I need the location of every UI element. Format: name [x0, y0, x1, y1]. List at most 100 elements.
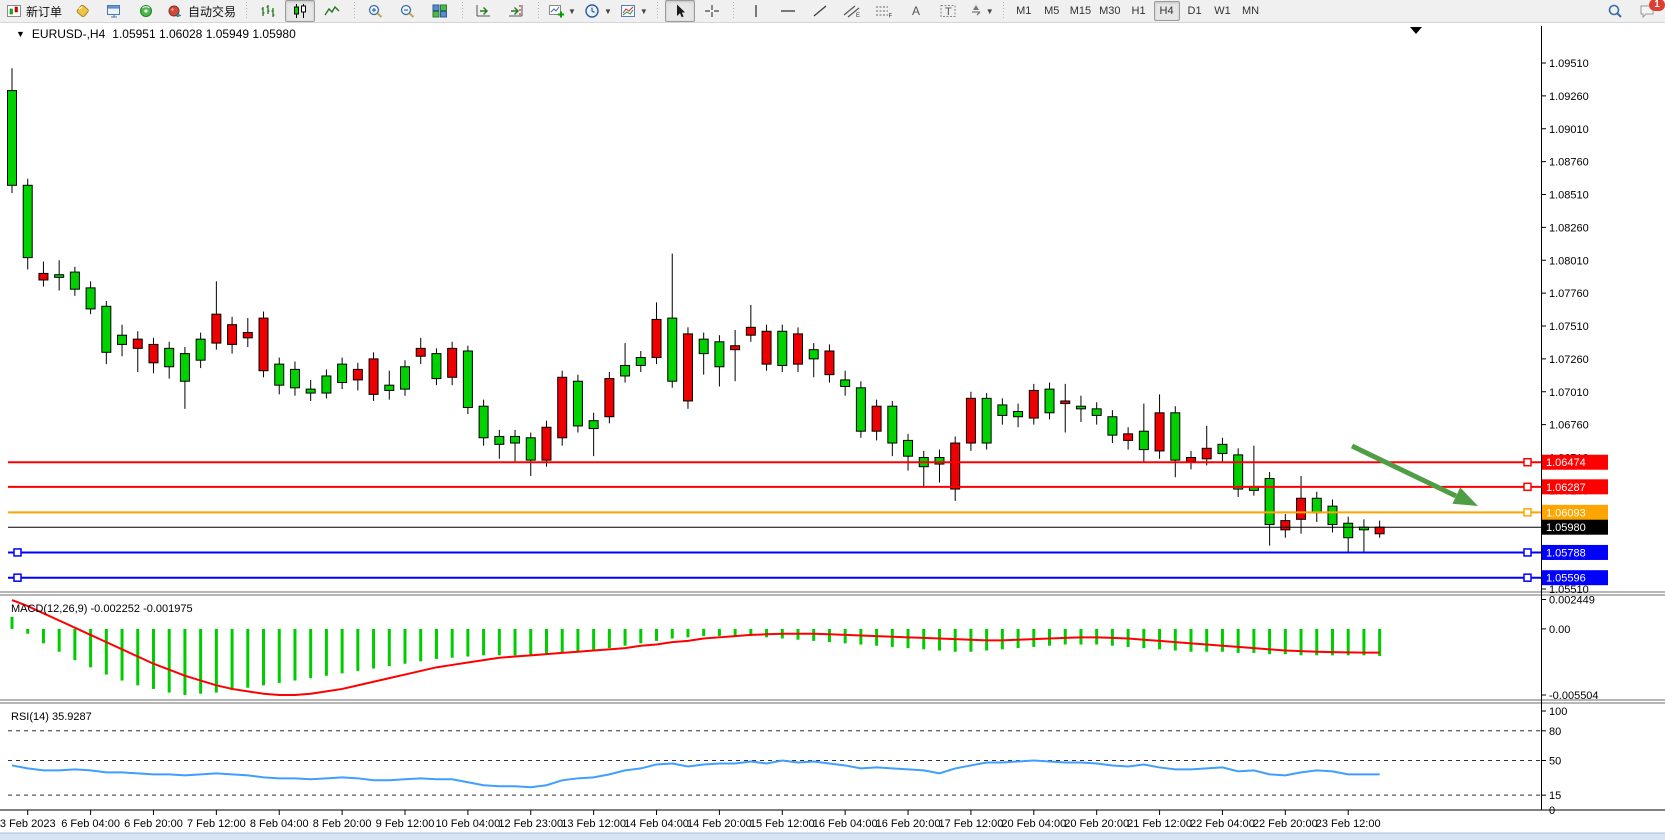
tab-timeframe-mn[interactable]: MN	[1238, 1, 1264, 21]
svg-text:1.08010: 1.08010	[1549, 255, 1589, 267]
tile-windows-button[interactable]	[425, 0, 455, 22]
notifications-button[interactable]: 1	[1632, 0, 1662, 22]
svg-text:16 Feb 04:00: 16 Feb 04:00	[813, 818, 878, 830]
toolbar-separator	[535, 2, 541, 20]
search-button[interactable]	[1600, 0, 1630, 22]
candlestick-mode-button[interactable]	[285, 0, 315, 22]
svg-text:1.06093: 1.06093	[1546, 507, 1586, 519]
svg-text:1.05596: 1.05596	[1546, 573, 1586, 585]
market-watch-button[interactable]	[99, 0, 129, 22]
autotrade-label: 自动交易	[188, 3, 236, 20]
tab-timeframe-d1[interactable]: D1	[1182, 1, 1208, 21]
tab-timeframe-m15[interactable]: M15	[1067, 1, 1094, 21]
chart-shift-button[interactable]	[501, 0, 531, 22]
svg-text:1.09260: 1.09260	[1549, 91, 1589, 103]
mt4-terminal: { "toolbar": { "new_order_label": "新订单",…	[0, 0, 1665, 840]
svg-text:6 Feb 20:00: 6 Feb 20:00	[124, 818, 183, 830]
svg-text:14 Feb 20:00: 14 Feb 20:00	[687, 818, 752, 830]
arrows-tool-button[interactable]: ▼	[965, 0, 997, 22]
cursor-tool-button[interactable]	[665, 0, 695, 22]
tab-timeframe-m5[interactable]: M5	[1039, 1, 1065, 21]
templates-button[interactable]: ▼	[617, 0, 651, 22]
svg-text:3 Feb 2023: 3 Feb 2023	[0, 818, 56, 830]
horizontal-line-icon	[779, 3, 797, 19]
svg-text:80: 80	[1549, 726, 1561, 738]
equidistant-channel-icon: E	[842, 3, 862, 19]
svg-text:1.06287: 1.06287	[1546, 482, 1586, 494]
auto-scroll-button[interactable]	[469, 0, 499, 22]
svg-text:21 Feb 12:00: 21 Feb 12:00	[1127, 818, 1192, 830]
chart-ohlc-values: 1.05951 1.06028 1.05949 1.05980	[112, 27, 296, 41]
tab-timeframe-m30[interactable]: M30	[1096, 1, 1123, 21]
gold-tool-button[interactable]	[67, 0, 97, 22]
auto-scroll-icon	[475, 3, 493, 19]
template-icon	[620, 3, 638, 19]
new-chart-button[interactable]: ▼	[545, 0, 579, 22]
signals-button[interactable]	[131, 0, 161, 22]
svg-text:15: 15	[1549, 790, 1561, 802]
svg-text:12 Feb 23:00: 12 Feb 23:00	[498, 818, 563, 830]
new-order-button[interactable]: 新订单	[3, 0, 65, 22]
svg-text:1.05788: 1.05788	[1546, 547, 1586, 559]
main-toolbar: 新订单 自动交易	[0, 0, 1665, 23]
trendline-tool-button[interactable]	[805, 0, 835, 22]
svg-text:50: 50	[1549, 756, 1561, 768]
channel-tool-button[interactable]: E	[837, 0, 867, 22]
toolbar-separator	[459, 2, 465, 20]
svg-text:22 Feb 04:00: 22 Feb 04:00	[1190, 818, 1255, 830]
svg-text:1.07510: 1.07510	[1549, 321, 1589, 333]
text-label-tool-button[interactable]: T	[933, 0, 963, 22]
text-label-icon: T	[939, 3, 957, 19]
gold-diamond-icon	[73, 3, 91, 19]
svg-text:100: 100	[1549, 706, 1567, 718]
horizontal-line-tool-button[interactable]	[773, 0, 803, 22]
svg-text:8 Feb 04:00: 8 Feb 04:00	[250, 818, 309, 830]
rsi-indicator-label: RSI(14) 35.9287	[11, 711, 92, 723]
dropdown-caret-icon: ▼	[640, 7, 648, 16]
line-chart-mode-button[interactable]	[317, 0, 347, 22]
cursor-icon	[672, 3, 688, 19]
search-icon	[1606, 3, 1624, 19]
zoom-out-icon	[399, 3, 417, 19]
vertical-line-icon	[749, 3, 763, 19]
tab-timeframe-w1[interactable]: W1	[1210, 1, 1236, 21]
svg-text:7 Feb 12:00: 7 Feb 12:00	[187, 818, 246, 830]
candlestick-icon	[291, 3, 309, 19]
svg-text:0.00: 0.00	[1549, 624, 1570, 636]
svg-text:17 Feb 12:00: 17 Feb 12:00	[938, 818, 1003, 830]
bar-chart-mode-button[interactable]	[253, 0, 283, 22]
vertical-line-tool-button[interactable]	[741, 0, 771, 22]
tab-timeframe-m1[interactable]: M1	[1011, 1, 1037, 21]
toolbar-separator	[351, 2, 357, 20]
chart-shift-icon	[507, 3, 525, 19]
periods-button[interactable]: ▼	[581, 0, 615, 22]
crosshair-tool-button[interactable]	[697, 0, 727, 22]
arrows-shapes-icon	[968, 3, 984, 19]
new-order-icon	[6, 3, 22, 19]
monitor-icon	[105, 3, 123, 19]
svg-text:15 Feb 12:00: 15 Feb 12:00	[750, 818, 815, 830]
tab-timeframe-h4[interactable]: H4	[1154, 1, 1180, 21]
zoom-out-button[interactable]	[393, 0, 423, 22]
autotrade-button[interactable]: 自动交易	[163, 0, 239, 22]
signal-icon	[137, 3, 155, 19]
tab-timeframe-h1[interactable]: H1	[1126, 1, 1152, 21]
fibonacci-tool-button[interactable]: F	[869, 0, 899, 22]
svg-text:1.07010: 1.07010	[1549, 387, 1589, 399]
zoom-in-button[interactable]	[361, 0, 391, 22]
svg-text:14 Feb 04:00: 14 Feb 04:00	[624, 818, 689, 830]
chart-window[interactable]: ▼ EURUSD-,H4 1.05951 1.06028 1.05949 1.0…	[0, 23, 1665, 840]
svg-text:9 Feb 12:00: 9 Feb 12:00	[376, 818, 435, 830]
toolbar-separator	[731, 2, 737, 20]
line-chart-icon	[323, 3, 341, 19]
symbol-dropdown-icon[interactable]: ▼	[16, 29, 25, 39]
svg-text:10 Feb 04:00: 10 Feb 04:00	[435, 818, 500, 830]
svg-text:1.07260: 1.07260	[1549, 354, 1589, 366]
svg-text:E: E	[856, 13, 860, 19]
svg-text:1.09010: 1.09010	[1549, 124, 1589, 136]
svg-text:1.07760: 1.07760	[1549, 288, 1589, 300]
chart-canvas[interactable]: 1.095101.092601.090101.087601.085101.082…	[0, 23, 1665, 840]
svg-text:22 Feb 20:00: 22 Feb 20:00	[1253, 818, 1318, 830]
svg-text:6 Feb 04:00: 6 Feb 04:00	[61, 818, 120, 830]
text-tool-button[interactable]: A	[901, 0, 931, 22]
